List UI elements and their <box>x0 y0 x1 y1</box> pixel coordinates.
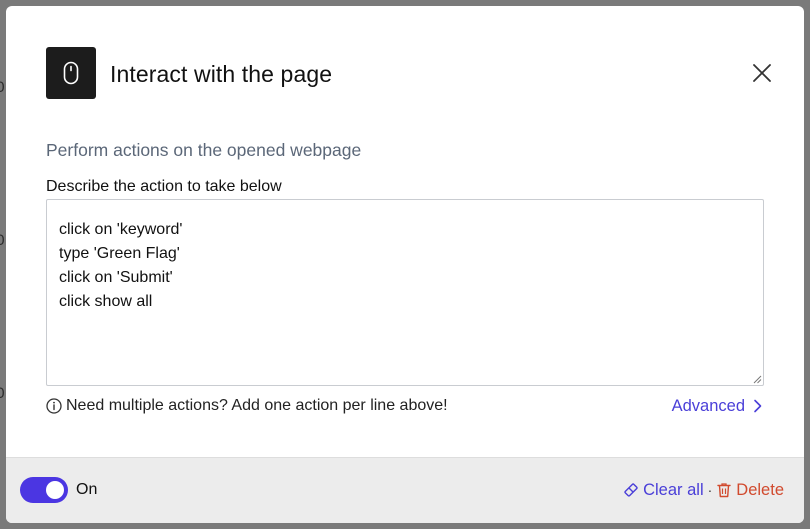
interact-dialog: Interact with the page Perform actions o… <box>6 6 804 523</box>
actions-field-label: Describe the action to take below <box>46 178 282 195</box>
toggle-knob <box>46 481 64 499</box>
enable-toggle[interactable] <box>20 477 68 503</box>
delete-button[interactable]: Delete <box>716 481 784 500</box>
eraser-icon <box>624 483 638 497</box>
toggle-label: On <box>76 481 98 498</box>
close-icon[interactable] <box>750 61 774 85</box>
hint-text: Need multiple actions? Add one action pe… <box>66 397 448 414</box>
dialog-header: Interact with the page <box>46 47 774 99</box>
resize-grip-icon[interactable] <box>752 374 762 384</box>
clear-all-label: Clear all <box>643 480 704 499</box>
advanced-label: Advanced <box>671 396 745 415</box>
mouse-icon <box>46 47 96 99</box>
advanced-link[interactable]: Advanced <box>672 396 762 416</box>
delete-label: Delete <box>736 480 784 499</box>
action-separator: · <box>707 482 713 498</box>
multiple-actions-hint: Need multiple actions? Add one action pe… <box>46 396 448 416</box>
background-fragment: 0 <box>0 233 5 249</box>
clear-all-button[interactable]: Clear all <box>623 481 704 500</box>
info-icon <box>46 398 62 414</box>
background-fragment: 0 <box>0 80 5 96</box>
trash-icon <box>717 483 731 498</box>
dialog-title: Interact with the page <box>110 61 333 87</box>
footer-actions: Clear all · Delete <box>623 479 784 501</box>
dialog-subtitle: Perform actions on the opened webpage <box>46 140 362 160</box>
chevron-right-icon <box>754 399 762 413</box>
actions-textarea[interactable]: click on 'keyword' type 'Green Flag' cli… <box>46 199 764 386</box>
dialog-footer: On Clear all · Delete <box>6 457 804 523</box>
background-fragment: 0 <box>0 386 5 402</box>
